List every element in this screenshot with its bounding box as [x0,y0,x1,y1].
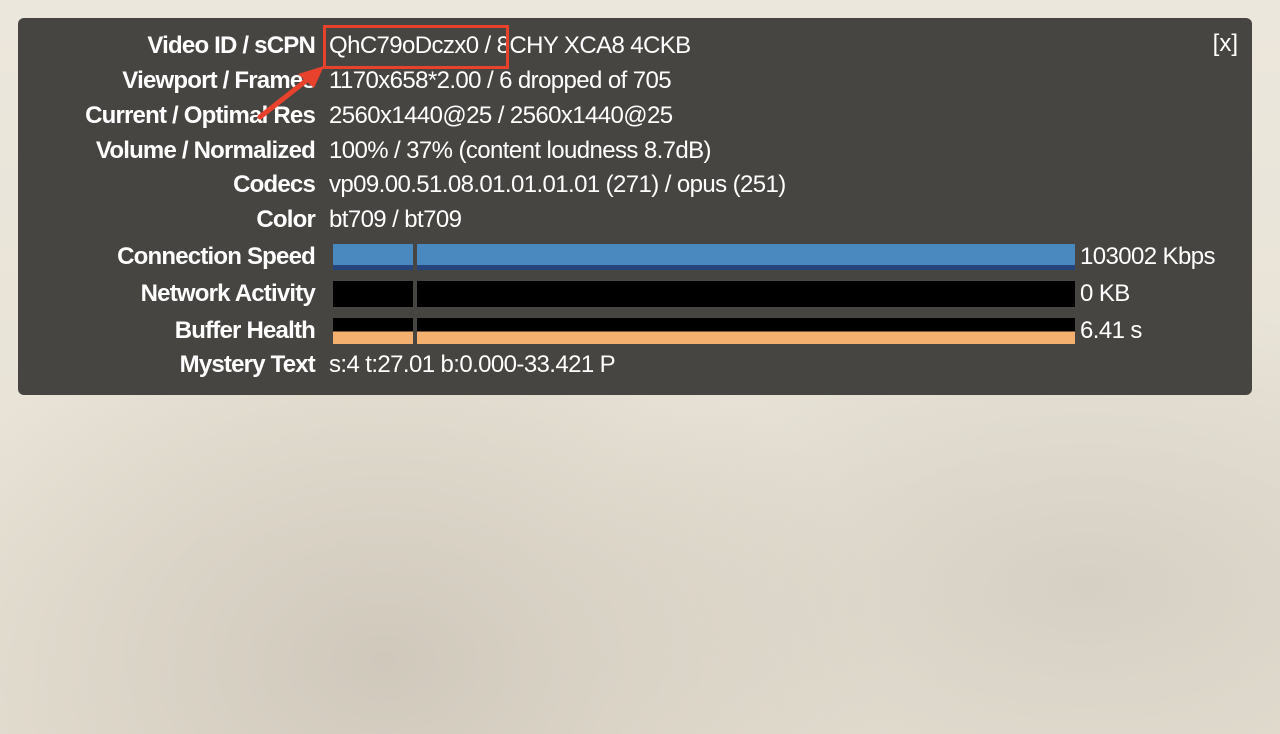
arrow-icon [257,66,324,120]
